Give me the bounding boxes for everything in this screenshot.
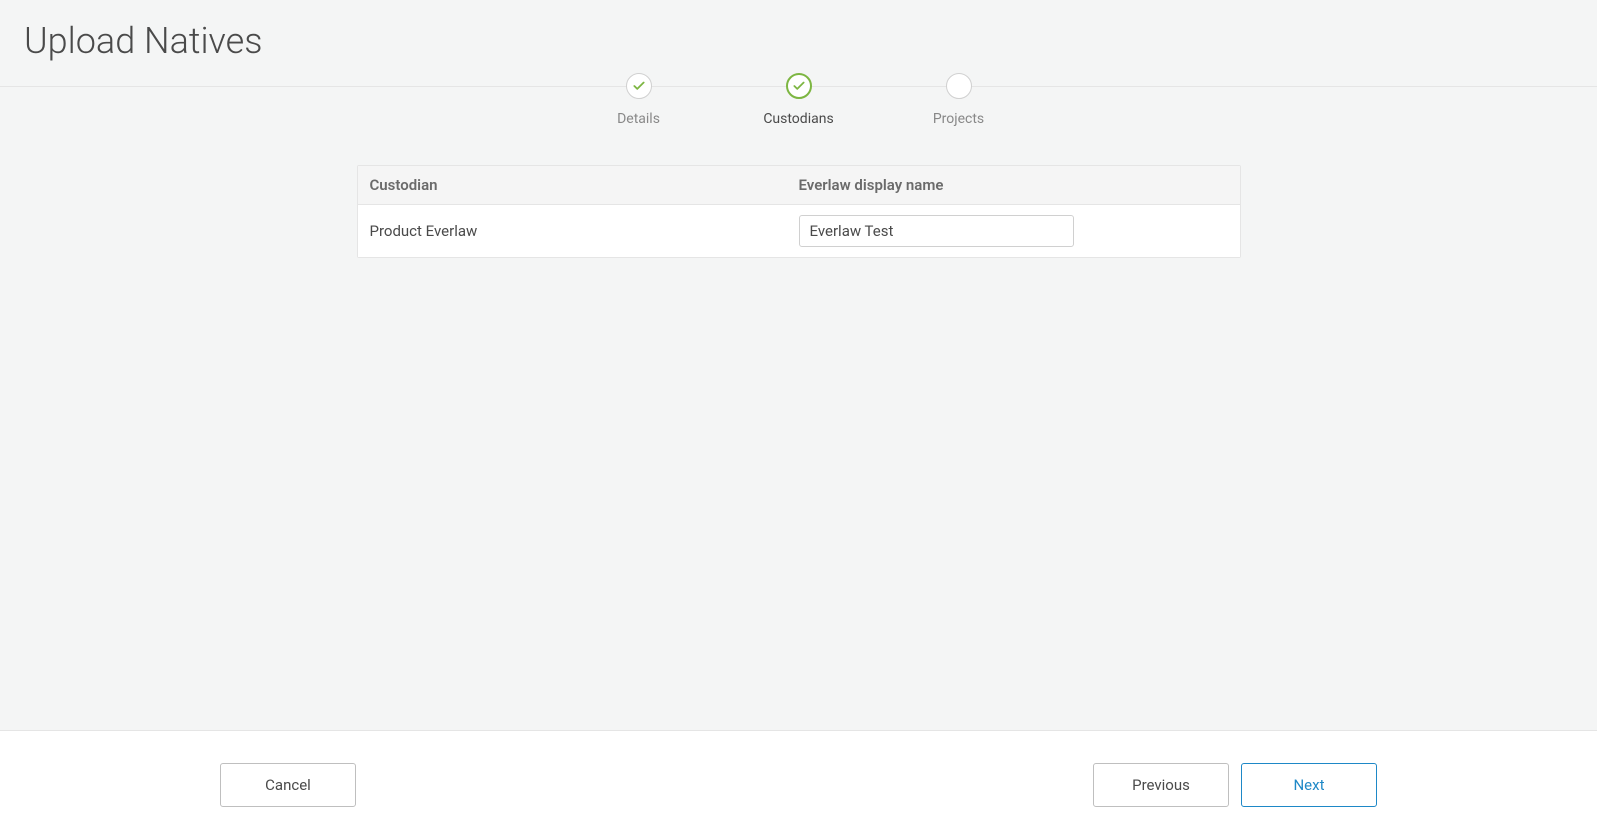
display-name-input[interactable]	[799, 215, 1074, 247]
step-projects-circle	[946, 73, 972, 99]
step-custodians[interactable]: Custodians	[719, 73, 879, 127]
page-title: Upload Natives	[24, 20, 1573, 62]
check-icon	[792, 79, 806, 93]
column-header-custodian: Custodian	[370, 176, 799, 194]
check-icon	[632, 79, 646, 93]
footer: Cancel Previous Next	[0, 730, 1597, 838]
step-custodians-label: Custodians	[763, 111, 833, 127]
table-header: Custodian Everlaw display name	[358, 166, 1240, 205]
step-projects[interactable]: Projects	[879, 73, 1039, 127]
stepper: Details Custodians Projects	[0, 73, 1597, 127]
cancel-button[interactable]: Cancel	[220, 763, 356, 807]
step-details[interactable]: Details	[559, 73, 719, 127]
step-details-circle	[626, 73, 652, 99]
custodian-table: Custodian Everlaw display name Product E…	[357, 165, 1241, 258]
custodian-name: Product Everlaw	[370, 222, 799, 240]
step-custodians-circle	[786, 73, 812, 99]
step-projects-label: Projects	[933, 111, 984, 127]
next-button[interactable]: Next	[1241, 763, 1377, 807]
column-header-display-name: Everlaw display name	[799, 176, 1228, 194]
step-details-label: Details	[617, 111, 660, 127]
table-row: Product Everlaw	[358, 205, 1240, 257]
footer-right: Previous Next	[1093, 763, 1377, 807]
previous-button[interactable]: Previous	[1093, 763, 1229, 807]
display-name-cell	[799, 215, 1228, 247]
content-area: Custodian Everlaw display name Product E…	[0, 165, 1597, 258]
